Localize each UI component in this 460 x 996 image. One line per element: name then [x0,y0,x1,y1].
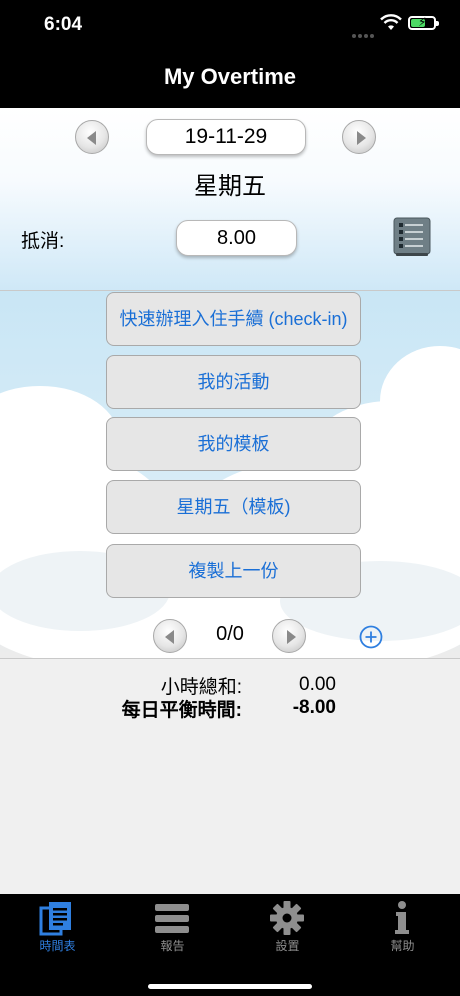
tab-settings[interactable]: 設置 [230,894,345,964]
sky-background [0,291,460,658]
date-field[interactable]: 19-11-29 [146,119,306,155]
navigation-bar: My Overtime [0,50,460,108]
home-indicator [148,984,312,989]
tab-help[interactable]: 幫助 [345,894,460,964]
next-date-button[interactable] [342,120,376,154]
next-entry-button[interactable] [272,619,306,653]
tab-label: 設置 [275,939,300,953]
weekday-label: 星期五 [194,173,266,200]
offset-label: 抵消: [21,231,65,252]
weekday-template-button[interactable]: 星期五（模板) [106,480,361,534]
previous-date-button[interactable] [75,120,109,154]
tab-label: 幫助 [390,939,415,953]
battery-icon: ⚡ [408,15,439,30]
clouds-background [0,346,460,658]
tab-bar: 時間表 報告 設置 幫助 [0,894,460,996]
pager-counter: 0/0 [216,623,244,645]
page-title: My Overtime [163,64,297,89]
arrow-right-icon [357,131,366,145]
add-entry-button[interactable] [359,625,383,649]
tab-timesheet[interactable]: 時間表 [0,894,115,964]
daily-balance-value: -8.00 [292,697,336,718]
wifi-icon [380,14,402,30]
my-templates-button[interactable]: 我的模板 [106,417,361,471]
info-icon [395,901,409,934]
tab-label: 時間表 [39,939,76,953]
previous-entry-button[interactable] [153,619,187,653]
list-icon [155,904,189,933]
signal-dots-icon [352,25,376,38]
tab-reports[interactable]: 報告 [115,894,230,964]
calculator-button[interactable] [393,217,431,257]
arrow-left-icon [87,131,96,145]
status-bar: 6:04 ⚡ [0,0,460,50]
copy-previous-button[interactable]: 複製上一份 [106,544,361,598]
arrow-left-icon [165,630,174,644]
document-icon [39,902,71,936]
calculator-icon [393,217,431,256]
plus-circle-icon [359,625,383,649]
arrow-right-icon [287,630,296,644]
gear-icon [270,901,304,935]
quick-check-in-button[interactable]: 快速辦理入住手續 (check-in) [106,292,361,346]
hours-total-value: 0.00 [299,674,336,695]
offset-field[interactable]: 8.00 [176,220,297,256]
my-activities-button[interactable]: 我的活動 [106,355,361,409]
tab-label: 報告 [160,939,185,953]
daily-balance-label: 每日平衡時間: [121,700,242,721]
status-time: 6:04 [44,14,83,35]
